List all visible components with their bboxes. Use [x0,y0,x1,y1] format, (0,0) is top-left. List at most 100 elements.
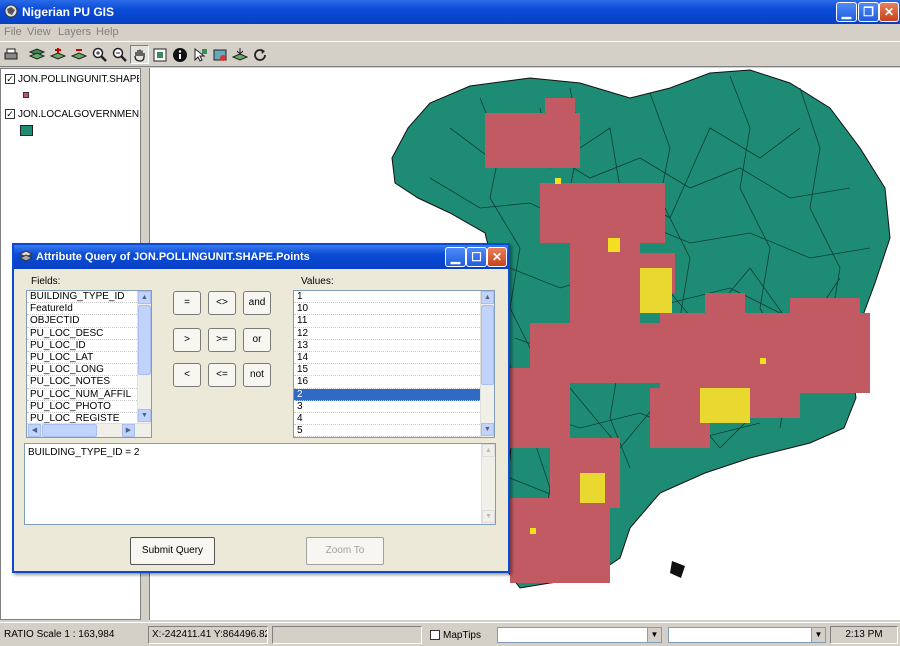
operator-and-button[interactable]: and [243,291,271,315]
values-vertical-scrollbar[interactable]: ▲ ▼ [480,291,494,437]
layer-pollingunit-checkbox[interactable]: ✓ [5,74,15,85]
refresh-icon [253,48,266,61]
maximize-button[interactable]: ❐ [858,2,879,22]
value-item[interactable]: 15 [294,364,494,377]
value-item-selected[interactable]: 2 [294,388,494,401]
query-icon [213,49,226,61]
operator-not-equal-button[interactable]: <> [208,291,236,315]
close-button[interactable]: ✕ [879,2,899,22]
submit-query-button[interactable]: Submit Query [130,537,215,565]
layer-pollingunit[interactable]: ✓ JON.POLLINGUNIT.SHAPE [5,74,139,85]
fields-scroll-thumb[interactable] [138,305,151,375]
query-vertical-scrollbar[interactable]: ▲ ▼ [481,444,495,524]
value-item[interactable]: 11 [294,315,494,328]
dialog-close-button[interactable]: ✕ [487,247,507,267]
zoom-to-button[interactable]: Zoom To [306,537,384,565]
remove-layer-button[interactable] [69,45,88,64]
field-item[interactable]: BUILDING_TYPE_ID [27,291,151,304]
values-scroll-thumb[interactable] [481,305,494,385]
minimize-icon: ▁ [450,250,461,264]
close-icon: ✕ [883,5,895,19]
scroll-up-icon[interactable]: ▲ [138,291,151,304]
operator-less-equal-button[interactable]: <= [208,363,236,387]
maptips-toggle[interactable]: MapTips [430,630,481,641]
fields-label: Fields: [31,276,61,287]
layers-icon [28,47,45,60]
chevron-down-icon[interactable]: ▼ [647,628,661,642]
value-item[interactable]: 10 [294,303,494,316]
field-item[interactable]: PU_LOC_PHOTO [27,401,151,413]
layer-localgovernment[interactable]: ✓ JON.LOCALGOVERNMENT [5,109,139,120]
field-item[interactable]: PU_LOC_LONG [27,364,151,377]
menu-layers[interactable]: Layers [58,26,91,38]
scroll-down-icon[interactable]: ▼ [138,409,151,422]
operator-or-button[interactable]: or [243,328,271,352]
scroll-up-icon[interactable]: ▲ [482,444,495,457]
chevron-down-icon[interactable]: ▼ [811,628,825,642]
maptips-checkbox[interactable] [430,630,440,641]
field-item[interactable]: OBJECTID [27,315,151,328]
layer-combo[interactable]: ▼ [497,627,662,643]
menu-view[interactable]: View [27,26,51,38]
full-extent-button[interactable] [150,45,169,64]
identify-button[interactable] [170,45,189,64]
scroll-down-icon[interactable]: ▼ [481,423,494,436]
select-button[interactable] [190,45,209,64]
value-item[interactable]: 1 [294,291,494,304]
print-button[interactable] [1,45,20,64]
select-icon [194,47,207,62]
value-item[interactable]: 16 [294,376,494,389]
dialog-minimize-button[interactable]: ▁ [445,247,466,267]
operator-not-button[interactable]: not [243,363,271,387]
field-item[interactable]: PU_LOC_ID [27,340,151,352]
zoom-in-button[interactable] [90,45,109,64]
scroll-up-icon[interactable]: ▲ [481,291,494,304]
value-item[interactable]: 3 [294,401,494,413]
layer-localgovernment-checkbox[interactable]: ✓ [5,109,15,120]
field-combo[interactable]: ▼ [668,627,826,643]
pollingunit-symbol [23,92,29,98]
scroll-left-icon[interactable]: ◀ [28,424,41,437]
scroll-right-icon[interactable]: ▶ [122,424,135,437]
operator-greater-button[interactable]: > [173,328,201,352]
fields-listbox[interactable]: BUILDING_TYPE_ID FeatureId OBJECTID PU_L… [26,290,152,438]
fields-horizontal-scrollbar[interactable]: ◀ ▶ [27,423,151,437]
minimize-button[interactable]: ▁ [836,2,857,22]
localgovernment-symbol [20,125,33,136]
refresh-button[interactable] [250,45,269,64]
minimize-icon: ▁ [841,5,852,19]
full-extent-icon [153,48,166,61]
field-item[interactable]: FeatureId [27,303,151,316]
query-button[interactable] [210,45,229,64]
value-item[interactable]: 12 [294,328,494,340]
layers-button[interactable] [27,45,46,64]
toolbar [0,41,900,67]
field-item[interactable]: PU_LOC_NUM_AFFIL [27,389,151,401]
menu-help[interactable]: Help [96,26,119,38]
menu-file[interactable]: File [4,26,22,38]
menu-bar: File View Layers Help [0,24,900,40]
query-textarea[interactable]: BUILDING_TYPE_ID = 2 ▲ ▼ [24,443,496,525]
operator-equals-button[interactable]: = [173,291,201,315]
fields-hscroll-thumb[interactable] [42,424,97,437]
pan-button[interactable] [130,45,149,64]
scroll-down-icon[interactable]: ▼ [482,510,495,523]
values-listbox[interactable]: 1 10 11 12 13 14 15 16 2 3 4 5 ▲ ▼ [293,290,495,438]
dialog-maximize-button[interactable]: ☐ [466,247,487,267]
field-item[interactable]: PU_LOC_DESC [27,328,151,340]
fields-vertical-scrollbar[interactable]: ▲ ▼ [137,291,151,423]
export-button[interactable] [230,45,249,64]
value-item[interactable]: 5 [294,425,494,437]
operator-greater-equal-button[interactable]: >= [208,328,236,352]
field-item[interactable]: PU_LOC_LAT [27,352,151,365]
value-item[interactable]: 14 [294,352,494,365]
layer-pollingunit-name: JON.POLLINGUNIT.SHAPE [18,74,139,85]
value-item[interactable]: 13 [294,340,494,352]
operator-less-button[interactable]: < [173,363,201,387]
add-layer-button[interactable] [48,45,67,64]
field-item[interactable]: PU_LOC_NOTES [27,376,151,389]
value-item[interactable]: 4 [294,413,494,426]
values-items: 1 10 11 12 13 14 15 16 2 3 4 5 [294,291,494,437]
zoom-out-button[interactable] [110,45,129,64]
dialog-title-bar: Attribute Query of JON.POLLINGUNIT.SHAPE… [14,245,508,269]
